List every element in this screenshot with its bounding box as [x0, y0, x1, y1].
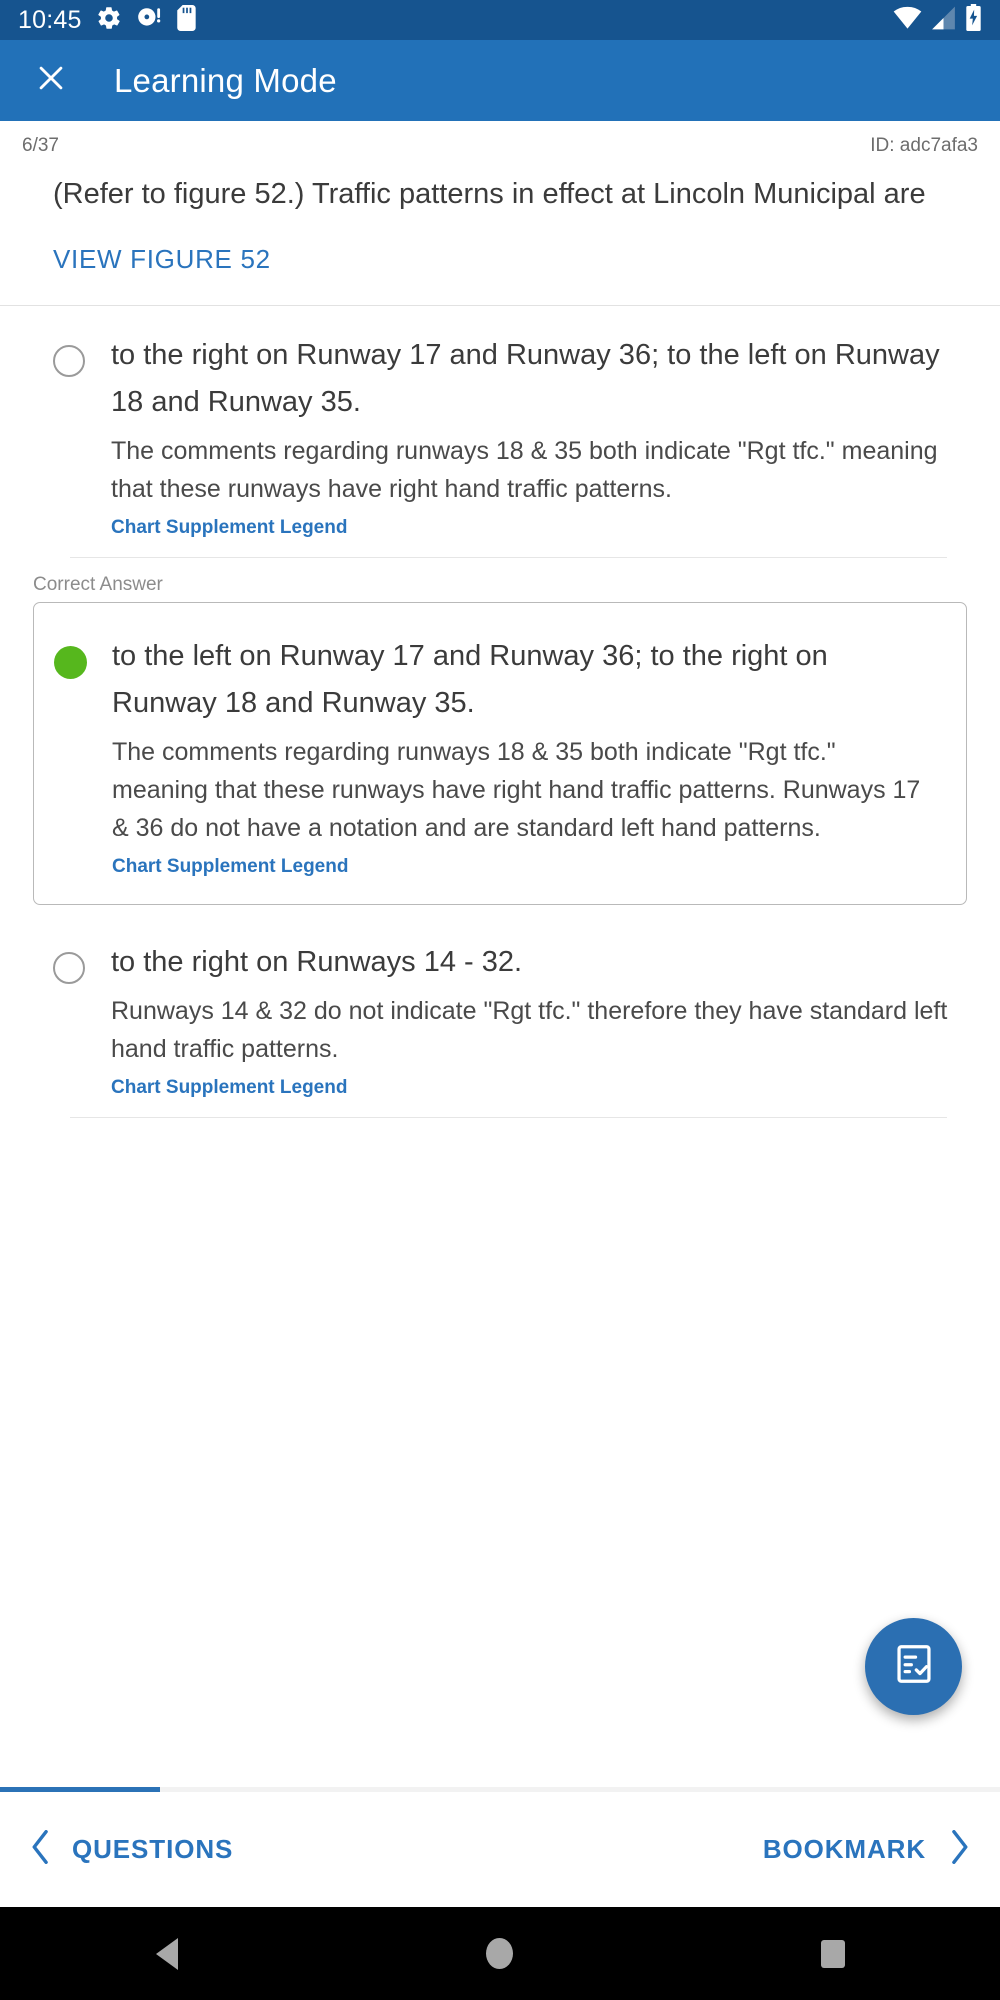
android-home-button[interactable]	[440, 1907, 560, 2000]
question-content: 6/37 ID: adc7afa3 (Refer to figure 52.) …	[0, 121, 1000, 1787]
answer-option-title: to the right on Runways 14 - 32.	[111, 946, 523, 978]
recents-square-icon	[821, 1939, 846, 1968]
wifi-icon	[893, 5, 922, 36]
quiz-summary-fab[interactable]	[865, 1618, 962, 1715]
chevron-left-icon	[30, 1830, 52, 1869]
chevron-right-icon	[948, 1830, 970, 1869]
home-circle-icon	[486, 1938, 514, 1969]
status-bar-right	[893, 4, 982, 36]
page-title: Learning Mode	[114, 61, 337, 99]
questions-nav-label: QUESTIONS	[72, 1834, 234, 1864]
answer-option-body: to the right on Runways 14 - 32. Runways…	[109, 939, 952, 1099]
bookmark-nav-label: BOOKMARK	[762, 1834, 926, 1864]
option-divider	[70, 1117, 947, 1118]
question-block: (Refer to figure 52.) Traffic patterns i…	[0, 157, 1000, 305]
questions-nav-button[interactable]: QUESTIONS	[30, 1830, 233, 1869]
answer-option[interactable]: to the right on Runway 17 and Runway 36;…	[0, 306, 1000, 557]
answer-option-title: to the right on Runway 17 and Runway 36;…	[111, 339, 940, 418]
radio-wrap	[54, 633, 110, 679]
answer-option[interactable]: to the right on Runways 14 - 32. Runways…	[0, 905, 1000, 1117]
battery-charging-icon	[965, 4, 982, 36]
app-bar: Learning Mode	[0, 40, 1000, 121]
answer-option-explanation: The comments regarding runways 18 & 35 b…	[112, 738, 921, 842]
answer-option-body: to the left on Runway 17 and Runway 36; …	[110, 633, 936, 878]
android-recents-button[interactable]	[773, 1907, 893, 2000]
question-id: ID: adc7afa3	[870, 135, 978, 156]
answer-option-explanation: The comments regarding runways 18 & 35 b…	[111, 437, 938, 503]
android-back-button[interactable]	[107, 1907, 227, 2000]
radio-button-correct-icon[interactable]	[54, 646, 87, 679]
question-meta-row: 6/37 ID: adc7afa3	[0, 121, 1000, 157]
chart-supplement-legend-link[interactable]: Chart Supplement Legend	[111, 1077, 347, 1099]
close-button[interactable]	[26, 56, 76, 106]
view-figure-link[interactable]: VIEW FIGURE 52	[53, 244, 271, 275]
sd-card-icon	[176, 4, 198, 36]
bookmark-nav-button[interactable]: BOOKMARK	[763, 1830, 970, 1869]
answer-option-title: to the left on Runway 17 and Runway 36; …	[112, 640, 828, 719]
radio-wrap	[53, 332, 109, 377]
status-bar-clock: 10:45	[18, 5, 82, 34]
chart-supplement-legend-link[interactable]: Chart Supplement Legend	[112, 856, 348, 878]
android-navigation-bar	[0, 1907, 1000, 2000]
close-icon	[34, 61, 68, 100]
correct-answer-section: Correct Answer to the left on Runway 17 …	[0, 558, 1000, 905]
chart-supplement-legend-link[interactable]: Chart Supplement Legend	[111, 517, 347, 539]
radio-wrap	[53, 939, 109, 984]
correct-answer-card[interactable]: to the left on Runway 17 and Runway 36; …	[33, 602, 967, 905]
status-bar: 10:45	[0, 0, 1000, 40]
answer-option-explanation: Runways 14 & 32 do not indicate "Rgt tfc…	[111, 997, 948, 1063]
radio-button-unselected-icon[interactable]	[53, 345, 85, 377]
answer-option-body: to the right on Runway 17 and Runway 36;…	[109, 332, 952, 539]
disc-alert-icon	[136, 5, 162, 36]
bottom-navigation-bar: QUESTIONS BOOKMARK	[0, 1792, 1000, 1907]
question-text: (Refer to figure 52.) Traffic patterns i…	[53, 178, 926, 210]
phone-screen: 10:45 Learning Mode 6/37 ID: adc7afa3 (R…	[0, 0, 1000, 2000]
question-index: 6/37	[22, 135, 59, 156]
answer-option[interactable]: to the left on Runway 17 and Runway 36; …	[34, 603, 966, 904]
status-bar-left: 10:45	[18, 4, 198, 36]
radio-button-unselected-icon[interactable]	[53, 952, 85, 984]
assignment-checklist-icon	[891, 1641, 937, 1692]
back-triangle-icon	[155, 1937, 178, 1970]
gear-icon	[96, 5, 122, 36]
cellular-signal-icon	[931, 5, 956, 36]
correct-answer-label: Correct Answer	[33, 574, 163, 595]
